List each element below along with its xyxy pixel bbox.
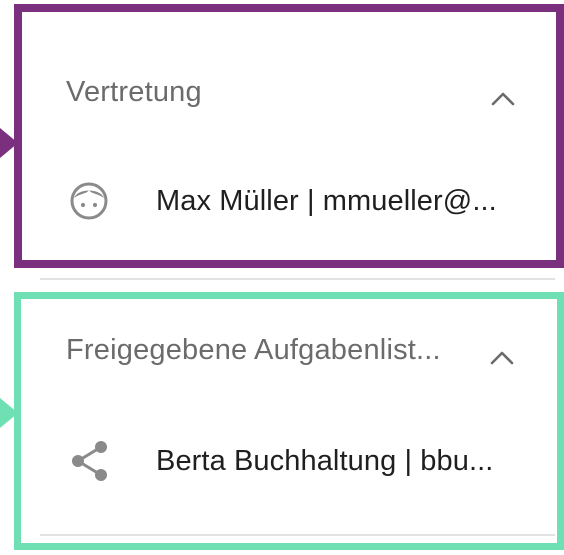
chevron-up-icon[interactable] xyxy=(488,84,518,114)
face-icon xyxy=(64,178,114,224)
annotated-screenshot: Vertretung Max Müller | mmueller@... Fre… xyxy=(0,0,564,555)
share-icon xyxy=(64,438,114,484)
section-header-shared-lists[interactable]: Freigegebene Aufgabenlist... xyxy=(66,334,526,367)
list-item-substitute[interactable]: Max Müller | mmueller@... xyxy=(64,178,497,224)
list-item-shared-list[interactable]: Berta Buchhaltung | bbu... xyxy=(64,438,493,484)
section-title: Freigegebene Aufgabenlist... xyxy=(66,334,441,366)
section-divider xyxy=(40,534,555,536)
substitute-name-label: Max Müller | mmueller@... xyxy=(156,184,497,217)
section-title: Vertretung xyxy=(66,76,202,108)
highlight-frame-shared-lists xyxy=(14,292,564,550)
shared-list-owner-label: Berta Buchhaltung | bbu... xyxy=(156,444,494,477)
highlight-frame-substitution xyxy=(14,4,564,268)
chevron-up-icon[interactable] xyxy=(487,343,517,373)
section-divider xyxy=(40,278,555,280)
section-header-substitution[interactable]: Vertretung xyxy=(66,76,526,109)
